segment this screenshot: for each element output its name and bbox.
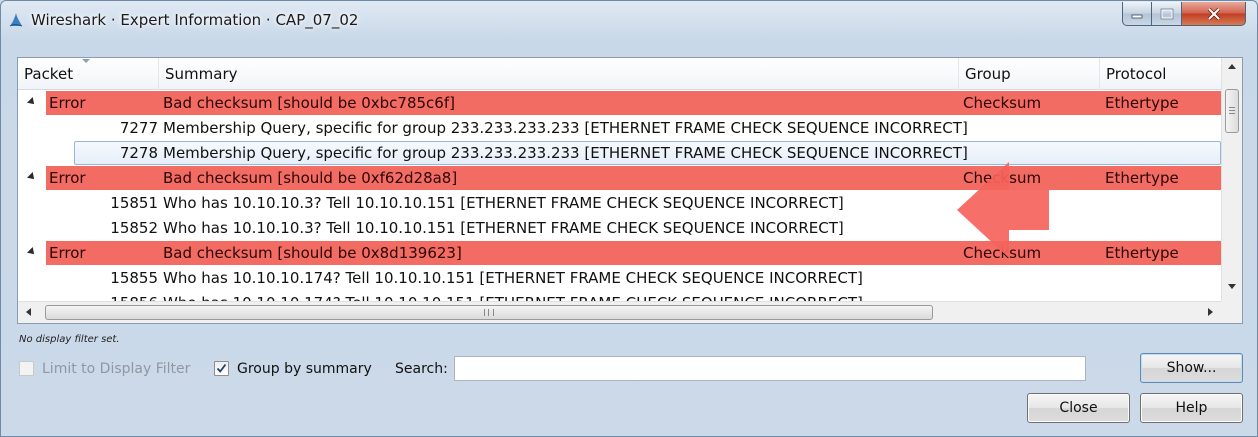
minimize-icon [1131,14,1143,18]
packet-summary: Membership Query, specific for group 233… [163,119,968,137]
packet-number: 15851 [110,194,158,212]
error-group: Checksum [963,94,1042,112]
packet-summary: Who has 10.10.10.3? Tell 10.10.10.151 [E… [163,219,844,237]
close-button[interactable]: Close [1027,393,1130,423]
packet-summary: Who has 10.10.10.174? Tell 10.10.10.151 … [163,269,863,287]
packet-number: 15852 [110,219,158,237]
column-header-summary[interactable]: Summary [159,58,959,90]
severity-label: Error [49,94,86,112]
vertical-scroll-thumb[interactable] [1225,89,1239,133]
window-title: Wireshark · Expert Information · CAP_07_… [31,11,359,29]
annotation-arrow-icon [957,162,1049,258]
packet-summary: Who has 10.10.10.3? Tell 10.10.10.151 [E… [163,194,844,212]
scroll-down-icon[interactable] [1228,284,1236,289]
sort-indicator-icon [82,59,90,63]
packet-number: 15855 [110,269,158,287]
help-button[interactable]: Help [1140,393,1243,423]
grip-icon [484,309,494,316]
close-window-button[interactable] [1182,2,1246,26]
severity-label: Error [49,244,86,262]
search-input[interactable] [454,356,1086,381]
error-protocol: Ethertype [1105,244,1179,262]
group-by-summary-label: Group by summary [237,361,372,377]
show-button[interactable]: Show... [1140,353,1243,383]
scroll-right-icon[interactable] [1208,308,1213,316]
packet-number: 7277 [119,119,158,137]
title-bar[interactable]: Wireshark · Expert Information · CAP_07_… [1,1,1257,39]
error-group-row[interactable]: Error Bad checksum [should be 0xbc785c6f… [18,91,1221,115]
scroll-corner [1221,301,1242,323]
expanded-triangle-icon[interactable] [27,97,37,107]
horizontal-scrollbar[interactable] [18,301,1221,323]
wireshark-fin-icon [9,13,23,27]
packet-row[interactable]: 15855 Who has 10.10.10.174? Tell 10.10.1… [18,266,1221,290]
packet-summary: Who has 10.10.10.174? Tell 10.10.10.151 … [163,291,863,301]
error-protocol: Ethertype [1105,169,1179,187]
close-icon [1207,7,1220,20]
error-protocol: Ethertype [1105,94,1179,112]
column-header-group[interactable]: Group [959,58,1100,90]
minimize-button[interactable] [1122,2,1152,26]
expanded-triangle-icon[interactable] [27,247,37,257]
packet-row[interactable]: 15856 Who has 10.10.10.174? Tell 10.10.1… [18,291,1221,301]
packet-row[interactable]: 7277 Membership Query, specific for grou… [18,116,1221,140]
packet-summary: Membership Query, specific for group 233… [163,144,968,162]
checkmark-icon [216,363,227,373]
tree-header: Packet Summary Group Protocol [18,58,1221,90]
limit-to-display-filter-label: Limit to Display Filter [42,361,191,377]
vertical-scrollbar[interactable] [1221,58,1242,301]
display-filter-status: No display filter set. [19,334,120,345]
packet-number: 15856 [38,291,158,301]
error-summary: Bad checksum [should be 0x8d139623] [163,244,462,262]
severity-label: Error [49,169,86,187]
expert-info-window: Wireshark · Expert Information · CAP_07_… [0,0,1258,437]
maximize-button[interactable] [1152,2,1182,26]
expert-info-tree[interactable]: Packet Summary Group Protocol Error Bad … [17,57,1243,324]
expanded-triangle-icon[interactable] [27,172,37,182]
scroll-left-icon[interactable] [26,308,31,316]
packet-number: 7278 [119,144,158,162]
maximize-icon [1160,8,1173,19]
scroll-up-icon[interactable] [1228,64,1236,69]
error-summary: Bad checksum [should be 0xf62d28a8] [163,169,458,187]
error-summary: Bad checksum [should be 0xbc785c6f] [163,94,455,112]
search-label: Search: [395,361,448,377]
column-header-protocol[interactable]: Protocol [1100,58,1221,90]
limit-to-display-filter-checkbox[interactable] [19,361,34,376]
group-by-summary-checkbox[interactable] [214,361,229,376]
horizontal-scroll-thumb[interactable] [45,305,933,320]
